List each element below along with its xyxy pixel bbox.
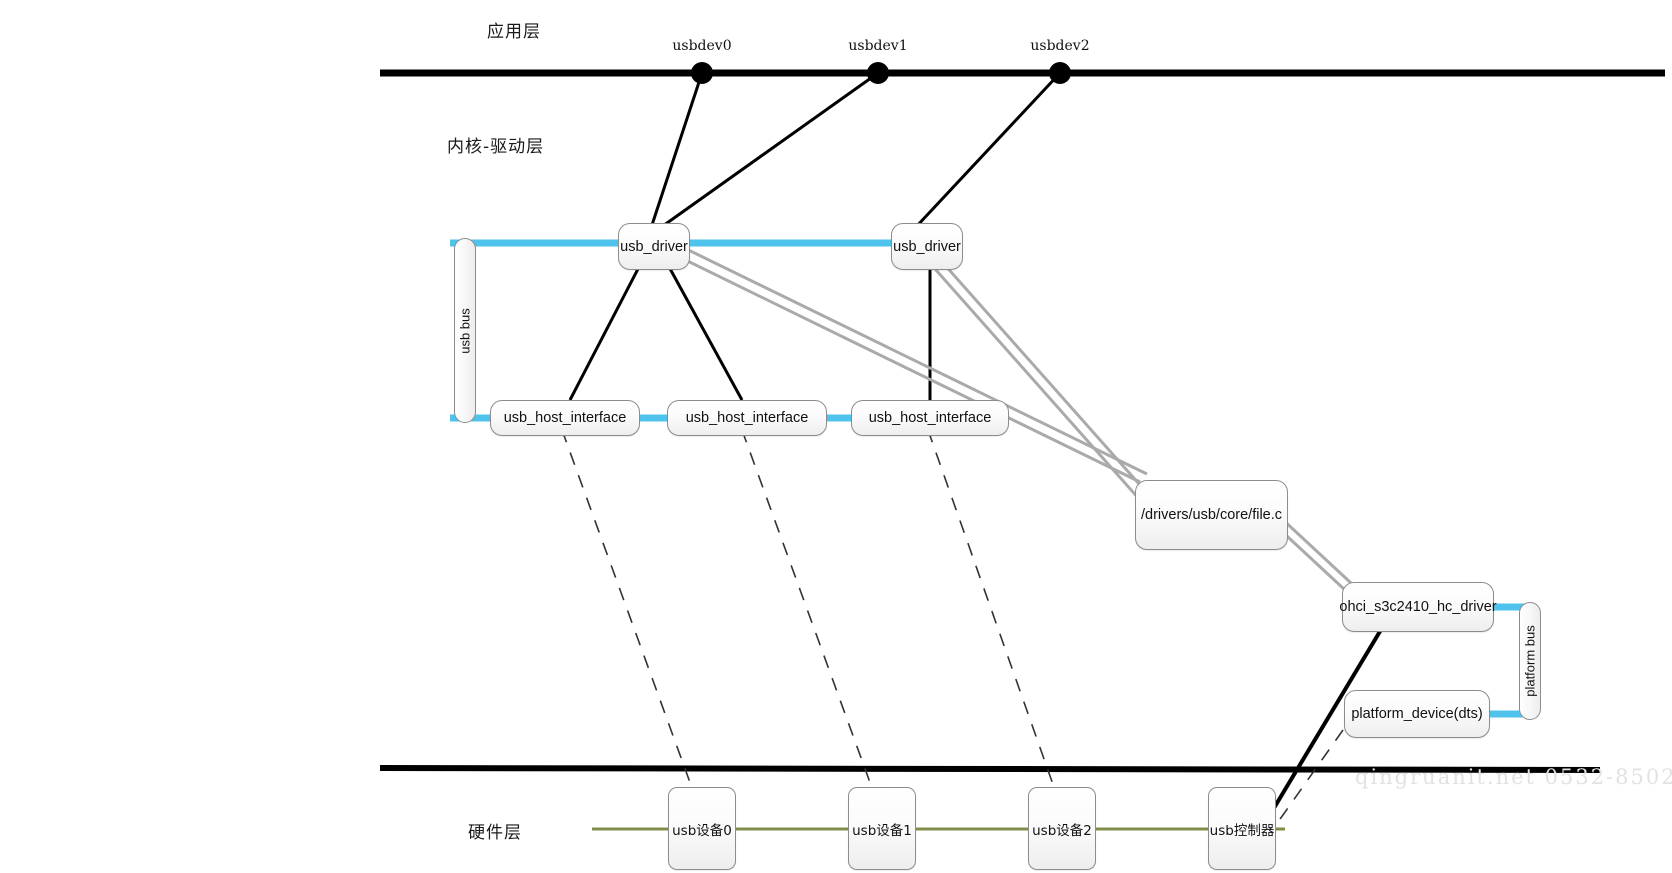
edge-usb-driver-1-to-core-file-c (918, 245, 1150, 501)
platform-bus-label: platform bus (1522, 625, 1538, 697)
connector-layer (379, 62, 1665, 831)
node-usb-device-0-label: usb设备0 (672, 822, 732, 839)
layer-label-kernel: 内核-驱动层 (447, 137, 545, 157)
usbdev1-label: usbdev1 (848, 38, 908, 54)
node-usb-driver-1-label: usb_driver (893, 238, 961, 255)
edge-usb-driver-0-to-host-interface-0 (568, 264, 642, 401)
edge-usbdev0-to-usb-driver-0 (649, 72, 704, 229)
edge-usb-driver-0-to-host-interface-1 (666, 264, 744, 401)
node-core-file-c[interactable]: /drivers/usb/core/file.c (1135, 480, 1288, 550)
usb-bus-label: usb bus (457, 307, 473, 354)
node-usb-host-interface-0-label: usb_host_interface (503, 410, 627, 426)
node-usb-host-interface-0[interactable]: usb_host_interface (490, 400, 640, 436)
layer-label-hardware: 硬件层 (468, 823, 522, 843)
edge-usb-driver-0-to-core-file-c (664, 240, 1148, 484)
edge-usbdev1-to-usb-driver-0 (659, 71, 879, 230)
node-usb-driver-0[interactable]: usb_driver (618, 223, 690, 270)
usbdev2-dot (1049, 62, 1071, 84)
node-usb-host-interface-1[interactable]: usb_host_interface (667, 400, 827, 436)
edge-host-interface-0-to-usb-device-0 (561, 429, 701, 811)
node-usb-device-1-label: usb设备1 (852, 822, 912, 839)
node-usb-device-2[interactable]: usb设备2 (1028, 787, 1096, 870)
node-usb-controller[interactable]: usb控制器 (1208, 787, 1276, 870)
usbdev2-label: usbdev2 (1030, 38, 1090, 54)
usbdev0-dot (691, 62, 713, 84)
node-usb-device-0[interactable]: usb设备0 (668, 787, 736, 870)
node-ohci-driver-label: ohci_s3c2410_hc_driver (1339, 599, 1497, 615)
edge-host-interface-1-to-usb-device-1 (741, 429, 881, 811)
node-platform-device[interactable]: platform_device(dts) (1344, 690, 1490, 738)
node-core-file-c-label: /drivers/usb/core/file.c (1140, 507, 1283, 523)
layer-label-application: 应用层 (487, 22, 541, 42)
watermark: qingruanit.net 0532-85025005 (1355, 765, 1672, 789)
node-platform-device-label: platform_device(dts) (1351, 706, 1483, 722)
node-usb-host-interface-2[interactable]: usb_host_interface (851, 400, 1009, 436)
usbdev0-label: usbdev0 (672, 38, 732, 54)
edge-host-interface-2-to-usb-device-2 (927, 429, 1063, 811)
node-usb-host-interface-2-label: usb_host_interface (868, 410, 992, 426)
node-usb-controller-label: usb控制器 (1209, 822, 1275, 839)
edge-platform-device-to-usb-controller (1277, 729, 1344, 823)
platform-bus-bracket[interactable]: platform bus (1519, 602, 1541, 720)
node-usb-device-2-label: usb设备2 (1032, 822, 1092, 839)
edge-usbdev2-to-usb-driver-1 (913, 71, 1062, 230)
usbdev1-dot (867, 62, 889, 84)
node-ohci-driver[interactable]: ohci_s3c2410_hc_driver (1339, 582, 1497, 632)
node-usb-driver-1[interactable]: usb_driver (891, 223, 963, 270)
diagram-canvas: 应用层 内核-驱动层 硬件层 usbdev0 usbdev1 usbdev2 u… (0, 0, 1672, 873)
usb-bus-bracket[interactable]: usb bus (454, 238, 476, 423)
node-usb-driver-0-label: usb_driver (620, 238, 688, 255)
node-usb-host-interface-1-label: usb_host_interface (685, 410, 809, 426)
node-usb-device-1[interactable]: usb设备1 (848, 787, 916, 870)
